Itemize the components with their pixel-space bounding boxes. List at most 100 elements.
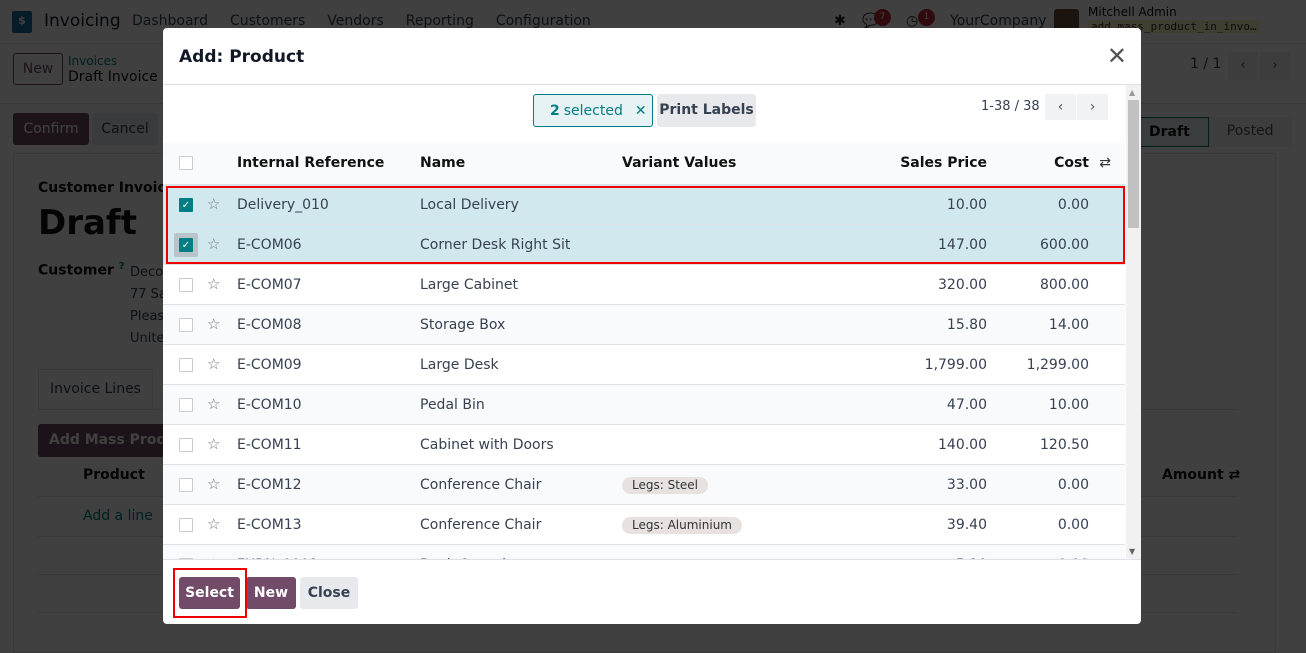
cell-internal-reference: FURN_0001 <box>237 545 318 559</box>
star-icon[interactable]: ☆ <box>207 385 220 423</box>
add-product-dialog: Add: Product ✕ 2 selected ✕ Print Labels… <box>163 28 1141 624</box>
cell-sales-price: 47.00 <box>946 397 987 413</box>
cell-internal-reference: E-COM10 <box>237 397 302 413</box>
close-button[interactable]: Close <box>300 577 358 609</box>
scroll-down-arrow-icon[interactable]: ▼ <box>1129 547 1135 556</box>
row-checkbox[interactable] <box>179 318 193 332</box>
cell-internal-reference: E-COM06 <box>237 237 302 253</box>
product-row[interactable]: ☆ E-COM11 Cabinet with Doors 140.00 120.50 <box>163 425 1125 465</box>
select-button[interactable]: Select <box>179 577 240 609</box>
star-icon[interactable]: ☆ <box>207 265 220 303</box>
cell-cost: 10.00 <box>1048 397 1089 413</box>
star-icon[interactable]: ☆ <box>207 465 220 503</box>
cell-sales-price: 1,799.00 <box>924 357 987 373</box>
selection-badge: 2 selected ✕ <box>533 94 653 127</box>
star-icon[interactable]: ☆ <box>207 505 220 543</box>
star-icon[interactable]: ☆ <box>207 225 220 263</box>
column-cost[interactable]: Cost <box>1054 143 1089 183</box>
cell-name: Desk Organizer <box>420 545 528 559</box>
cell-sales-price: 320.00 <box>938 277 987 293</box>
cell-name: Cabinet with Doors <box>420 437 554 453</box>
cell-cost: 0.00 <box>1057 477 1089 493</box>
cell-cost: 0.00 <box>1058 545 1089 559</box>
select-all-checkbox[interactable] <box>179 156 193 170</box>
cell-name: Corner Desk Right Sit <box>420 237 571 253</box>
list-scrollbar[interactable]: ▲ ▼ <box>1126 85 1141 559</box>
cell-cost: 0.00 <box>1057 197 1089 213</box>
cell-internal-reference: E-COM09 <box>237 357 302 373</box>
product-row[interactable]: ☆ E-COM07 Large Cabinet 320.00 800.00 <box>163 265 1125 305</box>
row-checkbox[interactable] <box>179 438 193 452</box>
column-sales-price[interactable]: Sales Price <box>900 143 987 183</box>
row-checkbox[interactable] <box>179 478 193 492</box>
variant-tag: Legs: Steel <box>622 476 709 494</box>
cell-cost: 1,299.00 <box>1026 357 1089 373</box>
cell-internal-reference: E-COM08 <box>237 317 302 333</box>
row-checkbox[interactable] <box>179 278 193 292</box>
column-name[interactable]: Name <box>420 143 465 183</box>
dialog-footer: Select New Close <box>163 559 1141 624</box>
star-icon[interactable]: ☆ <box>207 425 220 463</box>
unselect-all-x-icon[interactable]: ✕ <box>635 103 647 119</box>
star-icon[interactable]: ☆ <box>207 345 220 383</box>
cell-name: Conference Chair <box>420 517 542 533</box>
row-checkbox[interactable]: ✓ <box>179 198 193 212</box>
cell-sales-price: 15.80 <box>946 317 987 333</box>
product-row[interactable]: ☆ FURN_0001 Desk Organizer 5.10 0.00 <box>163 545 1125 559</box>
selected-count: 2 <box>550 102 560 119</box>
product-row[interactable]: ☆ E-COM09 Large Desk 1,799.00 1,299.00 <box>163 345 1125 385</box>
cell-variant-values: Legs: Aluminium <box>622 505 742 545</box>
column-variant-values[interactable]: Variant Values <box>622 143 736 183</box>
scroll-up-arrow-icon[interactable]: ▲ <box>1129 88 1135 97</box>
cell-cost: 120.50 <box>1040 437 1089 453</box>
optional-columns-icon[interactable]: ⇄ <box>1099 155 1111 171</box>
cell-cost: 14.00 <box>1048 317 1089 333</box>
selected-label: selected <box>563 102 623 119</box>
row-checkbox[interactable] <box>179 518 193 532</box>
row-checkbox[interactable] <box>179 358 193 372</box>
cell-internal-reference: E-COM13 <box>237 517 302 533</box>
cell-sales-price: 10.00 <box>946 197 987 213</box>
cell-sales-price: 33.00 <box>946 477 987 493</box>
star-icon[interactable]: ☆ <box>207 545 220 559</box>
star-icon[interactable]: ☆ <box>207 305 220 343</box>
row-checkbox[interactable]: ✓ <box>179 238 193 252</box>
close-icon[interactable]: ✕ <box>1107 42 1127 70</box>
cell-sales-price: 147.00 <box>938 237 987 253</box>
cell-name: Large Cabinet <box>420 277 518 293</box>
cell-internal-reference: E-COM11 <box>237 437 302 453</box>
cell-internal-reference: E-COM07 <box>237 277 302 293</box>
product-row[interactable]: ☆ E-COM13 Conference Chair Legs: Aluminium 3… <box>163 505 1125 545</box>
star-icon[interactable]: ☆ <box>207 185 220 223</box>
product-list: Internal Reference Name Variant Values S… <box>163 143 1125 559</box>
new-product-button[interactable]: New <box>246 577 296 609</box>
chevron-right-icon[interactable]: › <box>1077 94 1108 120</box>
cell-name: Conference Chair <box>420 477 542 493</box>
dialog-control-panel: 2 selected ✕ Print Labels 1-38 / 38 ‹ › <box>163 85 1125 143</box>
print-labels-button[interactable]: Print Labels <box>657 94 756 127</box>
scroll-thumb[interactable] <box>1128 100 1139 228</box>
variant-tag: Legs: Aluminium <box>622 516 742 534</box>
cell-name: Large Desk <box>420 357 499 373</box>
cell-internal-reference: Delivery_010 <box>237 197 329 213</box>
cell-cost: 0.00 <box>1057 517 1089 533</box>
product-row[interactable]: ✓ ☆ Delivery_010 Local Delivery 10.00 0.00 <box>163 185 1125 225</box>
cell-internal-reference: E-COM12 <box>237 477 302 493</box>
product-row[interactable]: ☆ E-COM12 Conference Chair Legs: Steel 33.00… <box>163 465 1125 505</box>
cell-sales-price: 5.10 <box>956 545 987 559</box>
dialog-title: Add: Product <box>179 47 305 67</box>
cell-cost: 800.00 <box>1040 277 1089 293</box>
column-internal-reference[interactable]: Internal Reference <box>237 143 384 183</box>
cell-variant-values: Legs: Steel <box>622 465 709 505</box>
list-pager[interactable]: 1-38 / 38 <box>981 99 1040 114</box>
list-pager-arrows: ‹ › <box>1045 94 1109 120</box>
list-header: Internal Reference Name Variant Values S… <box>163 143 1125 185</box>
product-row[interactable]: ✓ ☆ E-COM06 Corner Desk Right Sit 147.00 600.… <box>163 225 1125 265</box>
row-checkbox[interactable] <box>179 398 193 412</box>
cell-cost: 600.00 <box>1040 237 1089 253</box>
dialog-header: Add: Product ✕ <box>163 28 1141 85</box>
product-row[interactable]: ☆ E-COM08 Storage Box 15.80 14.00 <box>163 305 1125 345</box>
cell-sales-price: 140.00 <box>938 437 987 453</box>
chevron-left-icon[interactable]: ‹ <box>1045 94 1076 120</box>
product-row[interactable]: ☆ E-COM10 Pedal Bin 47.00 10.00 <box>163 385 1125 425</box>
